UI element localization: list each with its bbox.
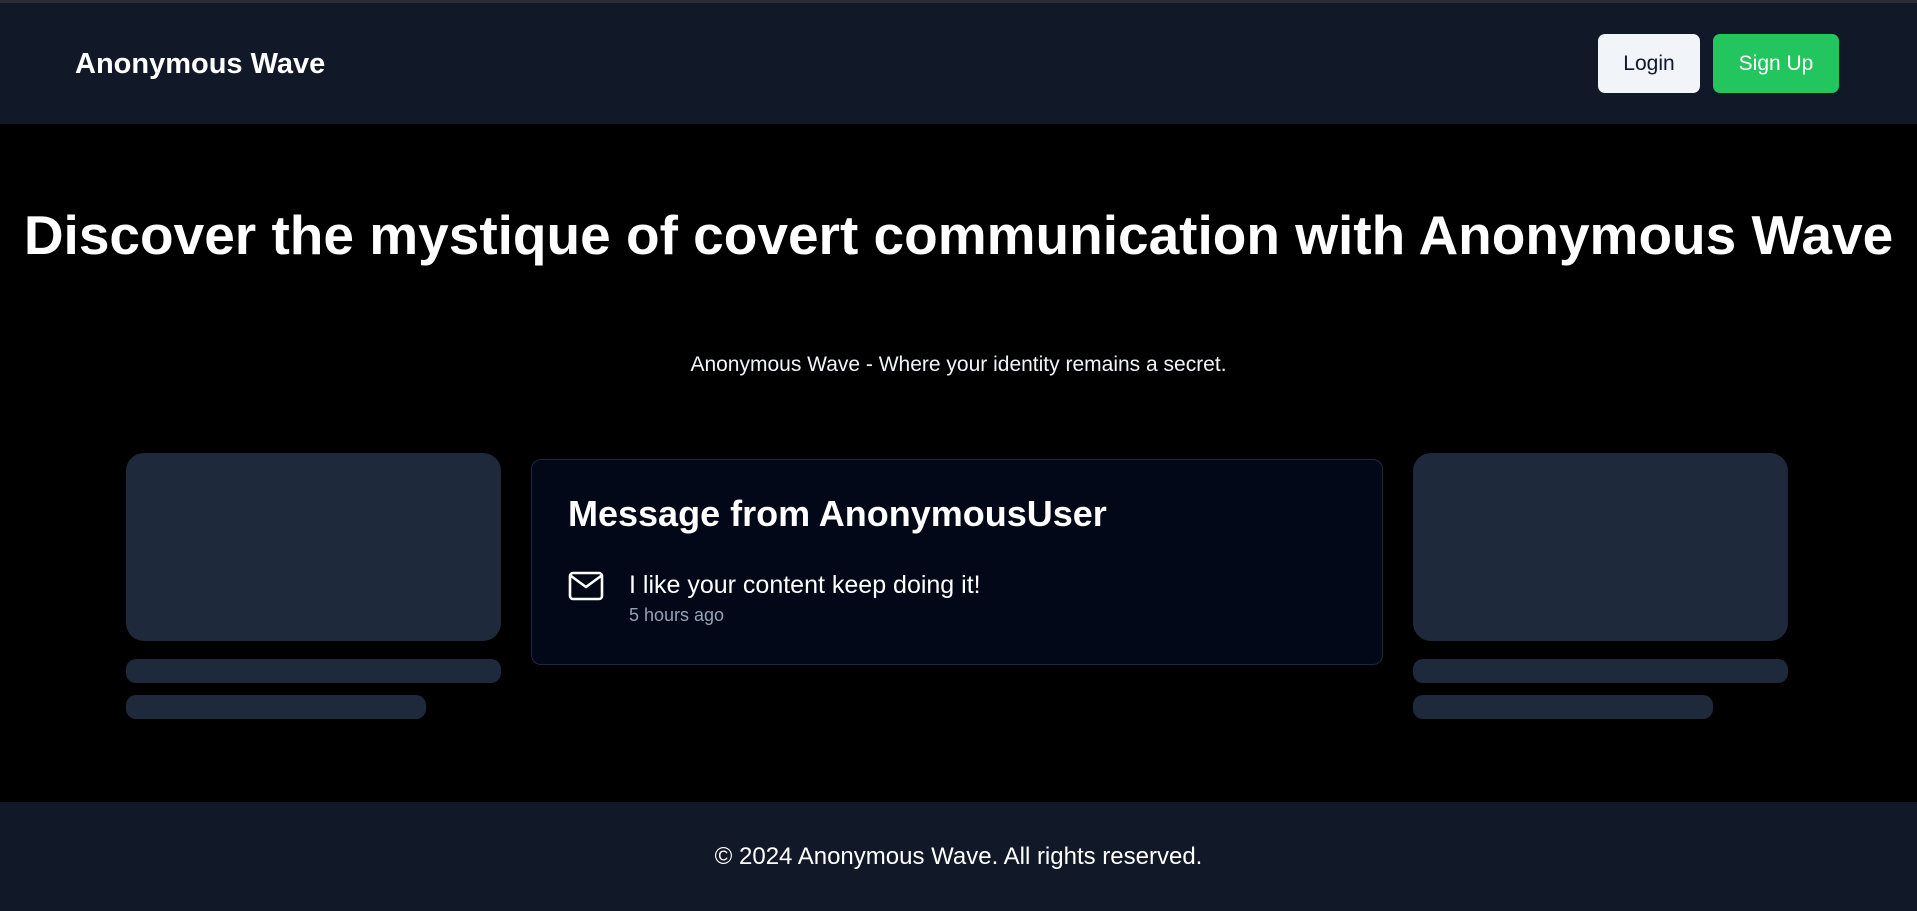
message-text: I like your content keep doing it!: [629, 571, 981, 599]
login-button[interactable]: Login: [1598, 34, 1700, 93]
message-card[interactable]: Message from AnonymousUser I like your c…: [531, 459, 1383, 665]
skeleton-line: [1413, 659, 1788, 683]
skeleton-line: [126, 659, 501, 683]
skeleton-card: [1413, 453, 1788, 641]
copyright-text: © 2024 Anonymous Wave. All rights reserv…: [714, 843, 1203, 870]
hero-title: Discover the mystique of covert communic…: [23, 204, 1894, 266]
skeleton-line-short: [1413, 695, 1713, 719]
signup-button[interactable]: Sign Up: [1713, 34, 1839, 93]
message-timestamp: 5 hours ago: [629, 605, 725, 625]
mail-icon: [568, 571, 604, 601]
hero-subtitle: Anonymous Wave - Where your identity rem…: [690, 353, 1227, 376]
site-header: Anonymous Wave Login Sign Up: [0, 3, 1917, 124]
brand-logo[interactable]: Anonymous Wave: [75, 47, 325, 81]
message-card-title: Message from AnonymousUser: [568, 493, 1107, 534]
skeleton-line-short: [126, 695, 426, 719]
site-footer: © 2024 Anonymous Wave. All rights reserv…: [0, 802, 1917, 911]
skeleton-card: [126, 453, 501, 641]
